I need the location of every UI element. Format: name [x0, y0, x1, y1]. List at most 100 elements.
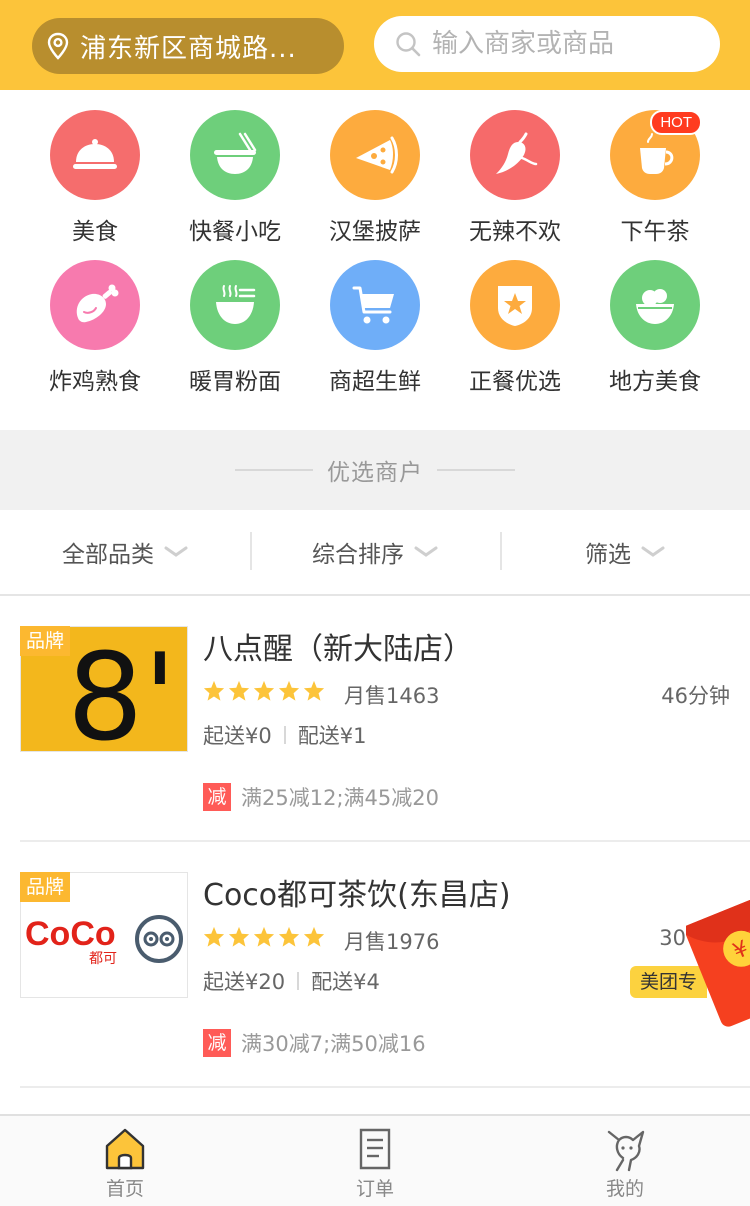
- category-icon-circle: [330, 110, 420, 200]
- delivery-fee: 配送¥4: [311, 970, 380, 994]
- shop-logo-text: 8': [67, 629, 176, 752]
- kangaroo-profile-icon: [607, 1130, 645, 1172]
- category-label: 快餐小吃: [189, 219, 281, 245]
- filter-screen[interactable]: 筛选: [500, 510, 750, 594]
- category-label: 地方美食: [609, 369, 701, 395]
- filter-bar: 全部品类 综合排序 筛选: [0, 510, 750, 596]
- star-icon: [203, 926, 225, 947]
- category-zhaji[interactable]: 炸鸡熟食: [25, 260, 165, 396]
- rating-stars: [203, 680, 328, 702]
- star-icon: [278, 926, 300, 947]
- star-shield-icon: [498, 286, 532, 326]
- category-icon-circle: [190, 260, 280, 350]
- category-difang[interactable]: 地方美食: [585, 260, 725, 396]
- category-label: 暖胃粉面: [189, 369, 281, 395]
- shop-logo-text: CoCo: [25, 915, 116, 953]
- category-zhengcan[interactable]: 正餐优选: [445, 260, 585, 396]
- chevron-down-icon: [641, 546, 665, 557]
- divider: [20, 1086, 750, 1088]
- red-envelope-button[interactable]: ¥: [686, 900, 750, 1040]
- hot-badge: HOT: [650, 110, 702, 135]
- divider: [283, 726, 286, 744]
- promo-text: 满30减7;满50减16: [241, 1032, 426, 1056]
- discount-badge: 减: [203, 1029, 231, 1057]
- order-list-icon: [359, 1128, 391, 1170]
- divider: [437, 469, 515, 471]
- filter-label: 全部品类: [62, 542, 154, 568]
- star-icon: [203, 680, 225, 701]
- delivery-time: 30: [659, 926, 686, 950]
- shop-card[interactable]: CoCo 都可 品牌 Coco都可茶饮(东昌店) 月售1976 30 起送¥20…: [0, 842, 750, 1088]
- home-icon: [105, 1128, 145, 1170]
- divider: [297, 972, 300, 990]
- section-title: 优选商户: [327, 460, 423, 486]
- category-label: 汉堡披萨: [329, 219, 421, 245]
- category-icon-circle: [610, 260, 700, 350]
- search-icon: [396, 32, 421, 57]
- star-icon: [228, 926, 250, 947]
- location-text: 浦东新区商城路...: [80, 33, 297, 64]
- category-hanbao[interactable]: 汉堡披萨: [305, 110, 445, 246]
- category-xiawucha[interactable]: HOT 下午茶: [585, 110, 725, 246]
- monthly-sales: 月售1976: [344, 930, 440, 954]
- category-meishi[interactable]: 美食: [25, 110, 165, 246]
- chili-pepper-icon: [496, 132, 538, 174]
- rice-bowl-icon: [636, 289, 674, 324]
- bottom-tab-bar: 首页 订单 我的: [0, 1114, 750, 1206]
- search-bar[interactable]: [374, 16, 720, 72]
- filter-sort[interactable]: 综合排序: [250, 510, 500, 594]
- tab-label: 我的: [605, 1178, 644, 1200]
- fee-info: 起送¥20 配送¥4: [203, 966, 380, 996]
- star-icon: [303, 926, 325, 947]
- category-icon-circle: HOT: [610, 110, 702, 200]
- filter-category[interactable]: 全部品类: [0, 510, 250, 594]
- hot-noodle-icon: [216, 285, 256, 324]
- tab-label: 订单: [355, 1178, 394, 1200]
- chevron-down-icon: [164, 546, 188, 557]
- star-icon: [278, 680, 300, 701]
- tab-mine[interactable]: 我的: [500, 1116, 750, 1206]
- filter-label: 综合排序: [312, 542, 404, 568]
- chevron-down-icon: [414, 546, 438, 557]
- dish-cover-icon: [73, 139, 117, 169]
- top-header: 浦东新区商城路...: [0, 0, 750, 90]
- category-kuaican[interactable]: 快餐小吃: [165, 110, 305, 246]
- tab-orders[interactable]: 订单: [250, 1116, 500, 1206]
- category-label: 美食: [72, 219, 118, 245]
- star-icon: [253, 926, 275, 947]
- min-order: 起送¥0: [203, 724, 272, 748]
- tea-cup-icon: [640, 133, 674, 174]
- category-icon-circle: [330, 260, 420, 350]
- chicken-leg-icon: [76, 284, 119, 323]
- category-icon-circle: [470, 260, 560, 350]
- promo-row: 减 满25减12;满45减20: [203, 782, 439, 812]
- star-icon: [303, 680, 325, 701]
- category-shangchao[interactable]: 商超生鲜: [305, 260, 445, 396]
- rating-stars: [203, 926, 328, 948]
- location-selector[interactable]: 浦东新区商城路...: [32, 18, 344, 74]
- shop-logo-subtext: 都可: [89, 951, 117, 967]
- noodle-bowl-icon: [214, 132, 257, 174]
- category-nuanwei[interactable]: 暖胃粉面: [165, 260, 305, 396]
- category-icon-circle: [50, 110, 140, 200]
- promo-row: 减 满30减7;满50减16: [203, 1028, 426, 1058]
- brand-tag: 品牌: [20, 872, 71, 902]
- promo-text: 满25减12;满45减20: [241, 786, 439, 810]
- discount-badge: 减: [203, 783, 231, 811]
- location-pin-icon: [47, 32, 69, 60]
- category-icon-circle: [50, 260, 140, 350]
- tab-label: 首页: [105, 1178, 144, 1200]
- category-label: 无辣不欢: [469, 219, 561, 245]
- category-label: 正餐优选: [469, 369, 561, 395]
- search-input[interactable]: [432, 29, 712, 59]
- category-wulabuhuan[interactable]: 无辣不欢: [445, 110, 585, 246]
- divider: [235, 469, 313, 471]
- shop-card[interactable]: 8' 品牌 八点醒（新大陆店） 月售1463 46分钟 起送¥0 配送¥1 减 …: [0, 596, 750, 842]
- delivery-fee: 配送¥1: [297, 724, 367, 748]
- tab-home[interactable]: 首页: [0, 1116, 250, 1206]
- shop-name: 八点醒（新大陆店）: [203, 632, 473, 667]
- star-icon: [228, 680, 250, 701]
- monthly-sales: 月售1463: [344, 684, 440, 708]
- star-icon: [253, 680, 275, 701]
- pizza-slice-icon: [356, 136, 398, 174]
